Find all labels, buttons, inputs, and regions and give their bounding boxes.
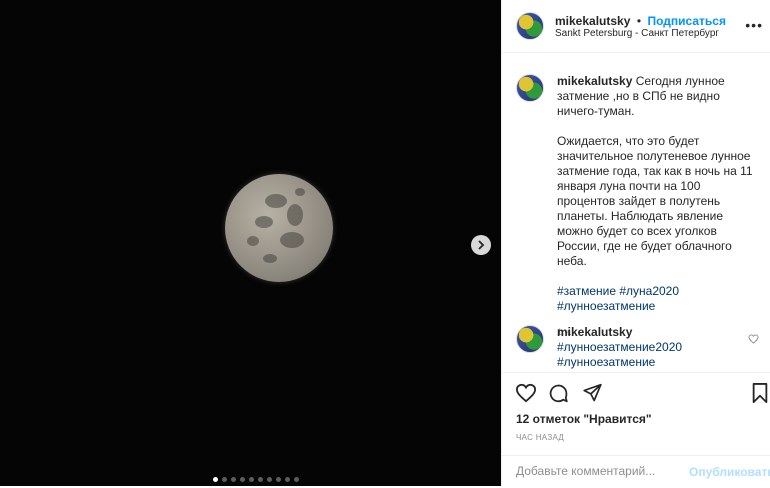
caption-paragraph-1: mikekalutsky Сегодня лунное затмение ,но… — [557, 74, 762, 119]
like-heart-icon[interactable] — [515, 383, 537, 403]
publish-button[interactable]: Опубликовать — [689, 465, 770, 479]
comments-list[interactable]: mikekalutsky Сегодня лунное затмение ,но… — [502, 53, 770, 371]
comment-input[interactable] — [516, 464, 676, 478]
carousel-dot — [222, 477, 227, 482]
carousel-dot — [249, 477, 254, 482]
carousel-dot — [231, 477, 236, 482]
hashtag-link[interactable]: #лунноезатмение — [557, 299, 655, 313]
hashtag-link[interactable]: #лунноезатмение — [557, 355, 655, 369]
post-panel: mikekalutsky • Подписаться Sankt Petersb… — [501, 0, 770, 486]
comment-avatar[interactable] — [516, 325, 544, 353]
post-location[interactable]: Sankt Petersburg - Санкт Петербург — [555, 28, 719, 39]
carousel-dot — [285, 477, 290, 482]
separator-dot: • — [636, 14, 642, 28]
add-comment-bar: Опубликовать — [502, 455, 770, 488]
chevron-right-icon — [478, 240, 485, 250]
carousel-dot — [213, 477, 218, 482]
carousel-dot — [276, 477, 281, 482]
bookmark-icon[interactable] — [752, 383, 768, 403]
caption-avatar[interactable] — [516, 74, 544, 102]
post-header: mikekalutsky • Подписаться Sankt Petersb… — [502, 0, 770, 53]
author-username[interactable]: mikekalutsky — [555, 14, 630, 28]
comment-icon[interactable] — [548, 383, 569, 404]
caption-paragraph-2: Ожидается, что это будет значительное по… — [557, 134, 753, 268]
post-time[interactable]: ЧАС НАЗАД — [516, 433, 564, 442]
hashtag-link[interactable]: #затмение — [557, 284, 616, 298]
carousel-dot — [258, 477, 263, 482]
hashtag-link[interactable]: #луна2020 — [619, 284, 679, 298]
carousel-indicator — [213, 477, 299, 482]
carousel-next-button[interactable] — [471, 235, 491, 255]
caption-username[interactable]: mikekalutsky — [557, 74, 632, 88]
carousel-dot — [294, 477, 299, 482]
comment-username[interactable]: mikekalutsky — [557, 325, 632, 339]
post-media — [0, 0, 501, 486]
more-horizontal-icon[interactable]: ••• — [745, 17, 763, 33]
caption: mikekalutsky Сегодня лунное затмение ,но… — [557, 74, 762, 337]
caption-hashtags: #затмение #луна2020 #лунноезатмение — [557, 284, 762, 314]
likes-count[interactable]: 12 отметок "Нравится" — [516, 412, 652, 426]
avatar[interactable] — [516, 12, 544, 40]
carousel-dot — [267, 477, 272, 482]
heart-icon[interactable] — [748, 334, 759, 344]
carousel-dot — [240, 477, 245, 482]
post-actions: 12 отметок "Нравится" ЧАС НАЗАД Опублико… — [502, 372, 770, 487]
share-icon[interactable] — [582, 383, 603, 403]
comment-item: mikekalutsky #лунноезатмение2020 #лунное… — [557, 325, 737, 370]
follow-button[interactable]: Подписаться — [648, 14, 726, 28]
hashtag-link[interactable]: #лунноезатмение2020 — [557, 340, 682, 354]
moon-image — [225, 174, 333, 282]
